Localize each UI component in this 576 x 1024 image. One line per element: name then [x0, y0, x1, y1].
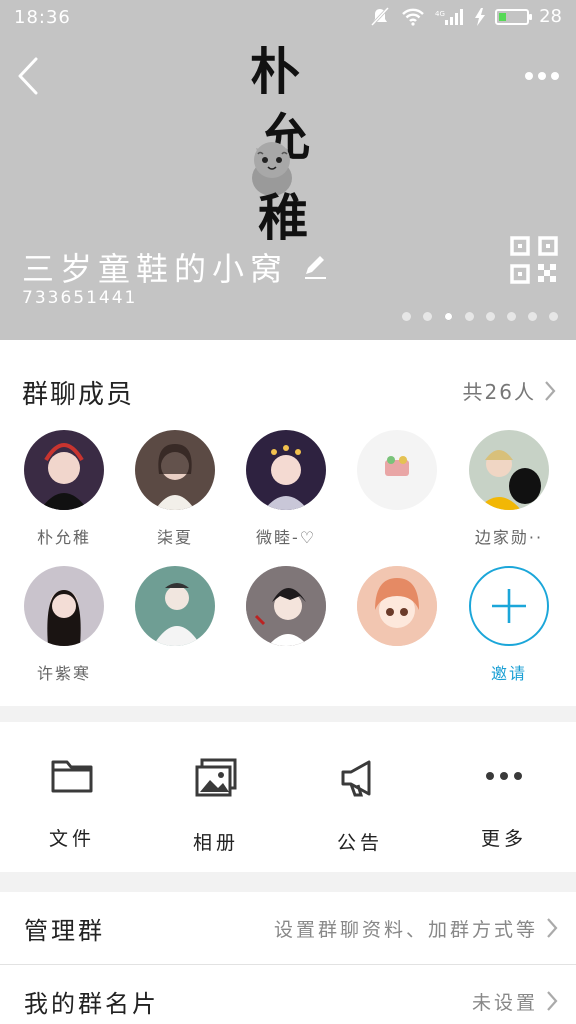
chevron-right-icon — [547, 991, 558, 1011]
invite-member-button[interactable]: 邀请 — [454, 566, 564, 684]
page-dot[interactable] — [402, 312, 411, 321]
mute-bell-icon — [371, 6, 390, 26]
photo-album-icon — [195, 758, 237, 797]
action-label: 更多 — [480, 828, 527, 850]
row-title: 我的群名片 — [24, 989, 159, 1018]
announcement-button[interactable]: 公告 — [310, 758, 410, 855]
page-dot[interactable] — [423, 312, 432, 321]
logo-char-3: 稚 — [258, 188, 308, 247]
member-item[interactable] — [342, 566, 452, 660]
page-dot[interactable] — [444, 312, 453, 321]
member-item[interactable]: 边家勋·· — [454, 430, 564, 548]
status-icons: 4G 28 — [369, 6, 562, 27]
back-button[interactable] — [10, 54, 46, 98]
page-dot[interactable] — [528, 312, 537, 321]
member-item[interactable]: 微睦-♡ — [231, 430, 341, 548]
signal-label: 4G — [435, 10, 445, 18]
qr-code-icon — [510, 236, 558, 284]
more-actions-button[interactable]: 更多 — [454, 758, 554, 851]
folder-icon — [51, 760, 93, 793]
album-button[interactable]: 相册 — [166, 758, 266, 855]
logo-char-1: 朴 — [250, 42, 300, 101]
avatar — [135, 430, 215, 510]
member-name: 微睦-♡ — [255, 528, 317, 547]
edit-pencil-icon[interactable] — [302, 254, 328, 280]
files-button[interactable]: 文件 — [22, 758, 122, 851]
group-logo: 朴 允 稚 — [236, 28, 336, 247]
row-value: 未设置 — [471, 991, 538, 1014]
page-dot[interactable] — [486, 312, 495, 321]
dot — [551, 72, 559, 80]
page-dot[interactable] — [549, 312, 558, 321]
page-dot[interactable] — [507, 312, 516, 321]
plus-icon — [492, 589, 526, 623]
member-item[interactable] — [342, 430, 452, 524]
avatar — [24, 430, 104, 510]
avatar — [469, 430, 549, 510]
dot — [525, 72, 533, 80]
group-actions-card: 文件 相册 公告 更多 — [0, 722, 576, 872]
group-name-row[interactable]: 三岁童鞋的小窝 — [22, 244, 328, 290]
member-item[interactable]: 朴允稚 — [9, 430, 119, 548]
group-name: 三岁童鞋的小窝 — [22, 250, 289, 288]
chevron-left-icon — [18, 57, 38, 95]
page-dot[interactable] — [465, 312, 474, 321]
page-indicator — [402, 312, 558, 321]
avatar — [246, 566, 326, 646]
member-item[interactable]: 柒夏 — [120, 430, 230, 548]
chevron-right-icon — [547, 918, 558, 938]
wifi-icon — [402, 8, 424, 26]
members-title: 群聊成员 — [22, 380, 135, 410]
member-count-link[interactable]: 共26人 — [463, 376, 556, 405]
group-header: 18:36 4G 28 朴 允 稚 三岁童鞋的小窝 733651441 — [0, 0, 576, 340]
manage-group-row[interactable]: 管理群 设置群聊资料、加群方式等 — [0, 892, 576, 964]
my-group-card-row[interactable]: 我的群名片 未设置 — [0, 965, 576, 1024]
member-name: 柒夏 — [156, 528, 193, 547]
status-time: 18:36 — [14, 7, 71, 28]
row-value: 设置群聊资料、加群方式等 — [273, 918, 538, 941]
avatar — [24, 566, 104, 646]
member-count: 共26人 — [462, 380, 536, 404]
avatar — [357, 430, 437, 510]
row-value-group: 设置群聊资料、加群方式等 — [274, 915, 558, 942]
member-item[interactable]: 许紫寒 — [9, 566, 119, 684]
row-value-group: 未设置 — [472, 988, 558, 1015]
member-item[interactable] — [120, 566, 230, 660]
member-name: 许紫寒 — [36, 664, 91, 683]
avatar — [357, 566, 437, 646]
charging-icon — [475, 7, 486, 26]
megaphone-icon — [341, 760, 371, 797]
invite-circle — [469, 566, 549, 646]
avatar — [246, 430, 326, 510]
dot — [538, 72, 546, 80]
invite-label: 邀请 — [490, 664, 527, 683]
qr-code-button[interactable] — [510, 236, 558, 284]
battery-fill — [499, 12, 507, 21]
more-dots-icon — [486, 772, 522, 780]
action-label: 相册 — [192, 832, 239, 854]
signal-4g-icon: 4G — [435, 8, 464, 25]
row-title: 管理群 — [24, 916, 105, 945]
member-name: 朴允稚 — [36, 528, 91, 547]
action-label: 公告 — [336, 832, 383, 854]
avatar — [135, 566, 215, 646]
member-name: 边家勋·· — [474, 528, 544, 547]
more-options-button[interactable] — [520, 62, 564, 90]
group-id: 733651441 — [22, 288, 138, 308]
member-item[interactable] — [231, 566, 341, 660]
members-card: 群聊成员 共26人 朴允稚 柒夏 微睦-♡ 边家勋·· 许紫寒 邀请 — [0, 340, 576, 706]
battery-icon — [495, 8, 533, 25]
battery-level: 28 — [539, 6, 562, 27]
chevron-right-icon — [545, 380, 556, 401]
action-label: 文件 — [48, 828, 95, 850]
